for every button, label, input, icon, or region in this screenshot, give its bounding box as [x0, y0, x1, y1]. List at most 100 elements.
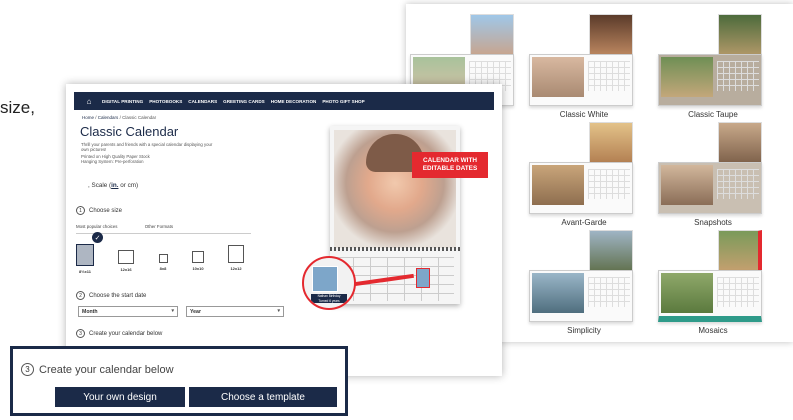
size-option-10x10[interactable]: 10x10: [186, 251, 210, 271]
ribbon-line-1: CALENDAR WITH: [423, 157, 477, 164]
template-grid: [588, 277, 630, 307]
template-image: [532, 273, 584, 313]
template-photo: [718, 230, 762, 274]
step-label: Create your calendar below: [39, 363, 174, 376]
template-calendar: [658, 162, 762, 214]
template-name: Classic White: [559, 110, 609, 119]
template-name: Classic Taupe: [688, 110, 738, 119]
page-title: Classic Calendar: [80, 124, 179, 139]
tab-popular[interactable]: Most popular choices: [76, 224, 118, 229]
breadcrumb-home[interactable]: Home: [82, 115, 94, 120]
check-icon: ✓: [92, 232, 103, 243]
size-label: 12x16: [120, 267, 132, 272]
caption-text: size,: [0, 98, 35, 117]
template-calendar: [658, 270, 762, 322]
template-grid: [588, 61, 630, 91]
template-image: [661, 273, 713, 313]
template-image: [661, 57, 713, 97]
size-option-8-5x11[interactable]: 8½x11: [74, 244, 96, 274]
scale-suffix: or cm): [118, 182, 139, 189]
editable-dates-ribbon: CALENDAR WITH EDITABLE DATES: [412, 152, 488, 178]
size-label: 8½x11: [78, 269, 91, 274]
template-name: Avant-Garde: [561, 218, 607, 227]
baby-photo: [334, 130, 456, 248]
size-swatch: [158, 254, 168, 263]
nav-item-home-decoration[interactable]: HOME DECORATION: [271, 99, 317, 104]
template-name: Simplicity: [567, 326, 601, 335]
size-swatch: [192, 251, 204, 263]
template-grid: [717, 169, 759, 199]
nav-item-greeting-cards[interactable]: GREETING CARDS: [223, 99, 265, 104]
size-option-12x16[interactable]: 12x16: [114, 250, 138, 272]
size-label: 10x10: [192, 266, 204, 271]
step-number: 1: [76, 206, 85, 215]
template-card-classic-white[interactable]: Classic White: [529, 14, 639, 119]
template-name: Snapshots: [694, 218, 732, 227]
product-description: Thrill your parents and friends with a s…: [81, 142, 221, 164]
chevron-down-icon: ▾: [277, 308, 280, 314]
nav-item-photo-gift-shop[interactable]: PHOTO GIFT SHOP: [322, 99, 364, 104]
template-photo: [589, 122, 633, 166]
size-swatch: [118, 250, 134, 264]
year-select[interactable]: Year ▾: [186, 306, 284, 317]
create-calendar-callout: 3 Create your calendar below Your own de…: [10, 346, 348, 416]
template-photo: [589, 14, 633, 58]
date-caption: Nathan Birthday Turned 6 years: [311, 294, 347, 303]
caption-line-2: Turned 6 years: [318, 298, 340, 303]
calendar-binding: [330, 247, 460, 251]
template-photo: [718, 14, 762, 58]
step-start-date: 2 Choose the start date: [76, 291, 146, 300]
highlighted-date-cell: [416, 268, 430, 288]
template-calendar: [529, 270, 633, 322]
step-number: 3: [21, 363, 34, 376]
size-option-8x8[interactable]: 8x8: [152, 254, 174, 271]
step-create-zoomed: 3 Create your calendar below: [21, 363, 174, 376]
size-tabs: Most popular choices Other Formats: [76, 224, 199, 229]
spec-hanging: Hanging System: Pre-perforation: [81, 159, 144, 164]
size-swatch: [76, 244, 94, 266]
template-grid: [717, 61, 759, 91]
scale-prefix: , Scale (: [88, 182, 112, 189]
nav-item-digital-printing[interactable]: DIGITAL PRINTING: [102, 99, 143, 104]
template-card-mosaics[interactable]: Mosaics: [658, 230, 768, 335]
template-grid: [717, 277, 759, 307]
chevron-down-icon: ▾: [171, 308, 174, 314]
home-icon[interactable]: ⌂: [82, 92, 96, 110]
description-text: Thrill your parents and friends with a s…: [81, 142, 213, 152]
nav-item-calendars[interactable]: CALENDARS: [188, 99, 217, 104]
choose-template-button[interactable]: Choose a template: [189, 387, 337, 407]
zoom-circle: Nathan Birthday Turned 6 years: [302, 256, 356, 310]
template-card-avant-garde[interactable]: Avant-Garde: [529, 122, 639, 227]
size-label: 8x8: [159, 266, 167, 271]
month-value: Month: [82, 309, 98, 315]
template-photo: [470, 14, 514, 58]
template-photo: [718, 122, 762, 166]
product-page: ⌂ DIGITAL PRINTING PHOTOBOOKS CALENDARS …: [66, 84, 502, 376]
year-value: Year: [190, 309, 201, 315]
size-label: 12x12: [230, 266, 242, 271]
template-image: [532, 57, 584, 97]
breadcrumb-calendars[interactable]: Calendars: [98, 115, 119, 120]
your-own-design-button[interactable]: Your own design: [55, 387, 185, 407]
template-image: [532, 165, 584, 205]
ribbon-line-2: EDITABLE DATES: [422, 165, 478, 172]
step-choose-size: 1 Choose size: [76, 206, 122, 215]
top-nav: ⌂ DIGITAL PRINTING PHOTOBOOKS CALENDARS …: [74, 92, 494, 110]
template-card-snapshots[interactable]: Snapshots: [658, 122, 768, 227]
step-label: Choose size: [89, 207, 123, 214]
step-label: Choose the start date: [89, 292, 147, 299]
breadcrumb-current: Classic Calendar: [122, 115, 157, 120]
step-label: Create your calendar below: [89, 330, 163, 337]
template-card-simplicity[interactable]: Simplicity: [529, 230, 639, 335]
template-calendar: [529, 54, 633, 106]
template-card-classic-taupe[interactable]: Classic Taupe: [658, 14, 768, 119]
nav-item-photobooks[interactable]: PHOTOBOOKS: [149, 99, 182, 104]
tab-other-formats[interactable]: Other Formats: [145, 224, 173, 229]
template-calendar: [658, 54, 762, 106]
scale-units: , Scale (in. or cm): [88, 182, 138, 189]
size-option-12x12[interactable]: 12x12: [224, 245, 248, 271]
size-swatch: [228, 245, 244, 263]
month-select[interactable]: Month ▾: [78, 306, 178, 317]
step-number: 3: [76, 329, 85, 338]
template-name: Mosaics: [698, 326, 728, 335]
